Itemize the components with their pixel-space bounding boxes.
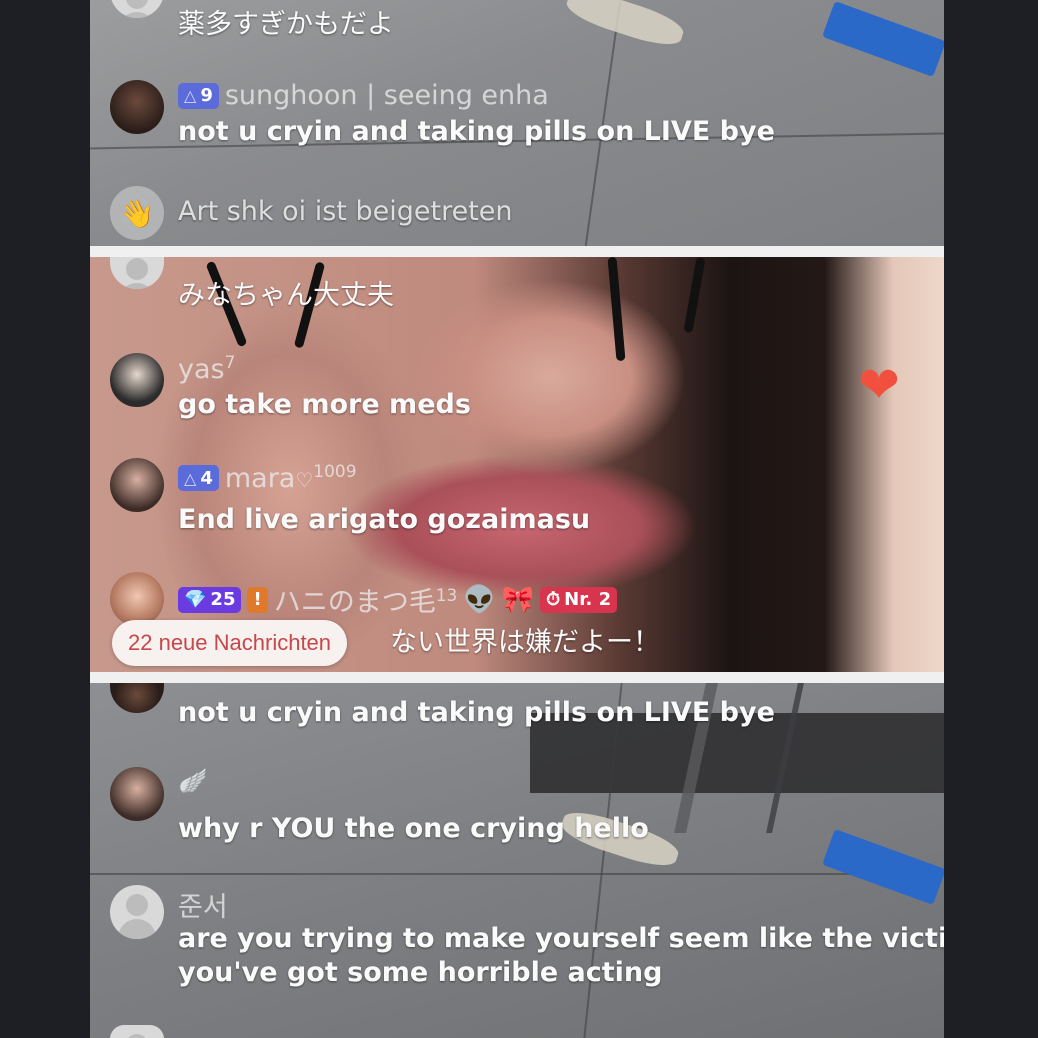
floating-heart-icon: ❤: [858, 356, 900, 414]
chat-username-text: mara: [224, 463, 296, 494]
gem-level-badge: 💎 25: [178, 586, 242, 613]
join-notice: 👋 Art shk oi ist beigetreten: [110, 186, 930, 240]
user-avatar[interactable]: [110, 885, 164, 939]
rank-badge: ⏱ Nr. 2: [540, 586, 618, 613]
wing-icon[interactable]: 🪽: [178, 767, 208, 795]
wave-hand-icon: 👋: [110, 186, 164, 240]
live-video-panel: みなちゃん大丈夫 yas7 go take more meds △ 4 mara…: [90, 257, 944, 672]
chat-message: 薬多すぎかもだよ: [110, 0, 930, 40]
rank-medal-icon: ⏱: [546, 589, 561, 610]
chat-username-line: 💎 25 ! ハニのまつ毛13 👽 🎀 ⏱ Nr. 2: [178, 580, 618, 619]
user-avatar[interactable]: [110, 0, 164, 18]
gem-level-value: 25: [210, 589, 236, 610]
chat-message: △ 9 sunghoon | seeing enha not u cryin a…: [110, 80, 930, 150]
user-avatar[interactable]: [110, 257, 164, 289]
chat-message-text: you've got some horrible acting: [178, 957, 663, 988]
chat-message: not u cryin and taking pills on LIVE bye: [110, 683, 930, 733]
chat-username-text: ハニのまつ毛: [273, 587, 436, 618]
chat-username-line: △ 9 sunghoon | seeing enha: [178, 80, 549, 111]
chat-username-text: yas: [178, 354, 225, 385]
chat-message-text: go take more meds: [178, 389, 471, 420]
chat-message-text: みなちゃん大丈夫: [178, 280, 394, 311]
outline-heart-icon: ♡: [295, 468, 314, 492]
user-avatar[interactable]: [110, 683, 164, 713]
chat-message: △ 4 mara♡1009 End live arigato gozaimasu: [110, 458, 930, 535]
live-chat-panel-bottom: not u cryin and taking pills on LIVE bye…: [90, 683, 944, 1038]
chat-message: 준서 are you trying to make yourself seem …: [110, 885, 944, 995]
chat-username-line: △ 4 mara♡1009: [178, 462, 357, 494]
chat-username[interactable]: sunghoon | seeing enha: [225, 80, 549, 111]
collage-divider: [90, 246, 944, 257]
chat-message: [110, 1025, 930, 1038]
user-avatar[interactable]: [110, 767, 164, 821]
chat-message-text: End live arigato gozaimasu: [178, 504, 591, 535]
chat-message-text: ない世界は嫌だよー！: [390, 627, 660, 658]
fan-level-badge: △ 4: [178, 465, 219, 491]
level-triangle-icon: △: [184, 86, 197, 105]
user-avatar[interactable]: [110, 80, 164, 134]
chat-username-line: yas7: [178, 353, 235, 385]
username-superscript: 7: [224, 353, 236, 373]
chat-message-text: why r YOU the one crying hello: [178, 813, 649, 844]
chat-message-text: 薬多すぎかもだよ: [178, 9, 394, 40]
chat-message: みなちゃん大丈夫: [110, 257, 930, 311]
fan-level-value: 4: [200, 467, 213, 489]
screenshot-collage: 薬多すぎかもだよ △ 9 sunghoon | seeing enha not …: [90, 0, 944, 1038]
user-avatar[interactable]: [110, 1025, 164, 1038]
chat-message: 🪽 why r YOU the one crying hello: [110, 767, 930, 844]
heart-badge: !: [247, 586, 268, 613]
new-messages-button[interactable]: 22 neue Nachrichten: [112, 620, 348, 666]
chat-message-text: are you trying to make yourself seem lik…: [178, 923, 944, 954]
chat-username-line: 준서: [178, 885, 228, 924]
chat-username[interactable]: 준서: [178, 885, 228, 924]
chat-username[interactable]: yas7: [178, 353, 235, 385]
heart-badge-value: !: [253, 589, 262, 610]
fan-level-value: 9: [200, 85, 213, 106]
ribbon-icon: 🎀: [501, 584, 535, 615]
live-chat-panel-top: 薬多すぎかもだよ △ 9 sunghoon | seeing enha not …: [90, 0, 944, 246]
alien-icon: 👽: [463, 584, 496, 615]
floor-tile-line: [90, 873, 944, 875]
rank-badge-value: Nr. 2: [564, 589, 612, 610]
chat-username-line: 🪽: [178, 767, 208, 795]
chat-username[interactable]: ハニのまつ毛13: [274, 580, 458, 619]
gem-icon: 💎: [184, 589, 207, 610]
user-avatar[interactable]: [110, 353, 164, 407]
join-notice-text: Art shk oi ist beigetreten: [178, 196, 513, 227]
chat-message: yas7 go take more meds: [110, 353, 930, 423]
level-triangle-icon: △: [184, 468, 197, 488]
chat-message-text: not u cryin and taking pills on LIVE bye: [178, 116, 775, 147]
user-avatar[interactable]: [110, 458, 164, 512]
user-avatar[interactable]: [110, 572, 164, 626]
chat-username[interactable]: mara♡1009: [225, 462, 357, 494]
username-superscript: 1009: [313, 462, 357, 482]
chat-message-text: not u cryin and taking pills on LIVE bye: [178, 697, 775, 728]
fan-level-badge: △ 9: [178, 82, 219, 109]
username-superscript: 13: [435, 586, 458, 606]
collage-divider: [90, 672, 944, 683]
